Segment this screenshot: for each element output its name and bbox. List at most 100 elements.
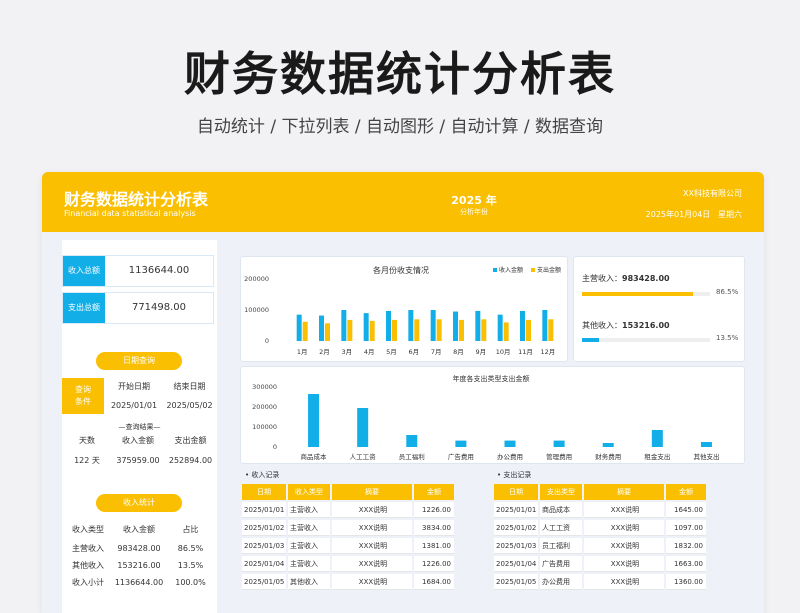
table-header: 支出类型 [540,484,582,500]
date-query-pill: 日期查询 [96,352,182,370]
chart-bar [602,443,614,447]
table-header: 收入类型 [288,484,330,500]
table-cell: 1645.00 [666,502,706,518]
table-header: 日期 [242,484,286,500]
chart-bar [386,310,391,341]
table-cell: XXX说明 [584,556,664,572]
income-stats-cell: 1136644.00 [114,578,164,587]
table-cell: 人工工资 [540,520,582,536]
x-tick-label: 员工福利 [399,452,425,461]
chart-bar [296,314,302,341]
kpi-income-total: 收入总额 1136644.00 [62,255,214,287]
monthly-income-expense-chart: 各月份收支情况 0 100000 200000 1月 2月 3月 4月 5月 6月 7月 8月 9月 10… [244,265,561,356]
table-cell: 1360.00 [666,574,706,590]
year-label: 分析年份 [460,208,488,216]
table-cell: 1226.00 [414,502,454,518]
left-panel: 收入总额 1136644.00 支出总额 771498.00 日期查询 查询 条件… [62,240,217,613]
income-stats-cell: 100.0% [175,578,206,587]
table-header: 日期 [494,484,538,500]
chart-title: 年度各支出类型支出金额 [453,374,530,383]
table-cell: XXX说明 [332,502,412,518]
chart-bar [363,313,369,341]
table-cell: 其他收入 [288,574,330,590]
start-date-label: 开始日期 [118,382,150,391]
income-stats-pill: 收入统计 [96,494,182,512]
x-tick-label: 人工工资 [350,452,377,461]
other-income-bar [582,338,710,342]
chart-bar [455,440,467,447]
dashboard-header: 财务数据统计分析表 Financial data statistical ana… [42,172,764,232]
x-tick-label: 8月 [453,348,464,356]
table-cell: 1663.00 [666,556,706,572]
table-cell: 2025/01/03 [494,538,538,554]
chart-bar [408,310,414,341]
legend-label: 支出金额 [537,266,561,274]
kpi-value: 1136644.00 [128,265,190,276]
table-cell: XXX说明 [584,520,664,536]
chart-bar [319,315,324,341]
current-date: 2025年01月04日 星期六 [645,210,742,219]
table-cell: XXX说明 [584,502,664,518]
dashboard-card: 财务数据统计分析表 Financial data statistical ana… [42,172,764,613]
y-tick-label: 100000 [244,306,269,314]
chart-bar [341,310,347,341]
end-date-input[interactable]: 2025/05/02 [162,399,217,413]
expense-type-chart: 年度各支出类型支出金额 0 100000 200000 300000 商品成本 人工工资 员工… [252,374,719,461]
query-result-label: —查询结果— [118,423,161,431]
year-selector[interactable]: 2025 年 [424,192,524,208]
feature-list: 自动统计 / 下拉列表 / 自动图形 / 自动计算 / 数据查询 [196,117,604,137]
table-cell: 主营收入 [288,520,330,536]
dashboard-title: 财务数据统计分析表 [64,190,209,209]
table-cell: 主营收入 [288,502,330,518]
other-income-label: 其他收入：153216.00 [582,321,670,330]
other-income-pct: 13.5% [716,334,739,342]
chart-bar [459,319,464,341]
y-tick-label: 0 [265,337,269,345]
x-tick-label: 广告费用 [448,452,474,461]
kpi-label: 收入总额 [63,256,105,286]
x-tick-label: 12月 [540,348,555,356]
y-tick-label: 300000 [252,383,277,391]
table-cell: 2025/01/03 [242,538,286,554]
income-stats-cell: 983428.00 [117,544,161,553]
chart-bar [369,320,375,341]
chart-bar [503,322,509,341]
chart-bar [302,321,308,341]
x-tick-label: 7月 [431,348,442,356]
table-cell: 1381.00 [414,538,454,554]
query-income-label: 收入金额 [122,436,154,445]
kpi-value: 771498.00 [131,302,187,313]
x-tick-label: 其他支出 [693,452,719,461]
table-cell: 主营收入 [288,556,330,572]
table-cell: 1226.00 [414,556,454,572]
chart-bar [526,319,531,341]
end-date-label: 结束日期 [173,382,206,391]
x-tick-label: 财务费用 [595,452,621,461]
chart-bar [430,310,436,341]
monthly-chart-panel: 各月份收支情况 0 100000 200000 1月 2月 3月 4月 5月 6月 7月 8月 9月 10… [240,256,568,362]
chart-bar [542,310,548,341]
table-cell: XXX说明 [584,574,664,590]
x-tick-label: 租金支出 [644,452,670,461]
table-header: 摘要 [332,484,412,500]
chart-bar [651,430,663,447]
chart-bar [414,319,420,341]
table-cell: 主营收入 [288,538,330,554]
table-cell: 3834.00 [414,520,454,536]
table-cell: 1684.00 [414,574,454,590]
main-income-label: 主营收入：983428.00 [582,274,670,283]
table-cell: 2025/01/05 [494,574,538,590]
x-tick-label: 6月 [409,348,420,356]
chart-bar [406,435,418,447]
table-cell: 2025/01/05 [242,574,286,590]
x-tick-label: 1月 [297,348,308,356]
chart-bar [357,408,369,447]
income-record-title: • 收入记录 [245,471,280,479]
start-date-input[interactable]: 2025/01/01 [106,399,162,413]
table-cell: 2025/01/04 [494,556,538,572]
days-label: 天数 [79,436,95,445]
y-tick-label: 200000 [252,403,277,411]
table-cell: 2025/01/04 [242,556,286,572]
chart-bar [436,319,442,341]
income-stats-cell: 86.5% [177,544,204,553]
